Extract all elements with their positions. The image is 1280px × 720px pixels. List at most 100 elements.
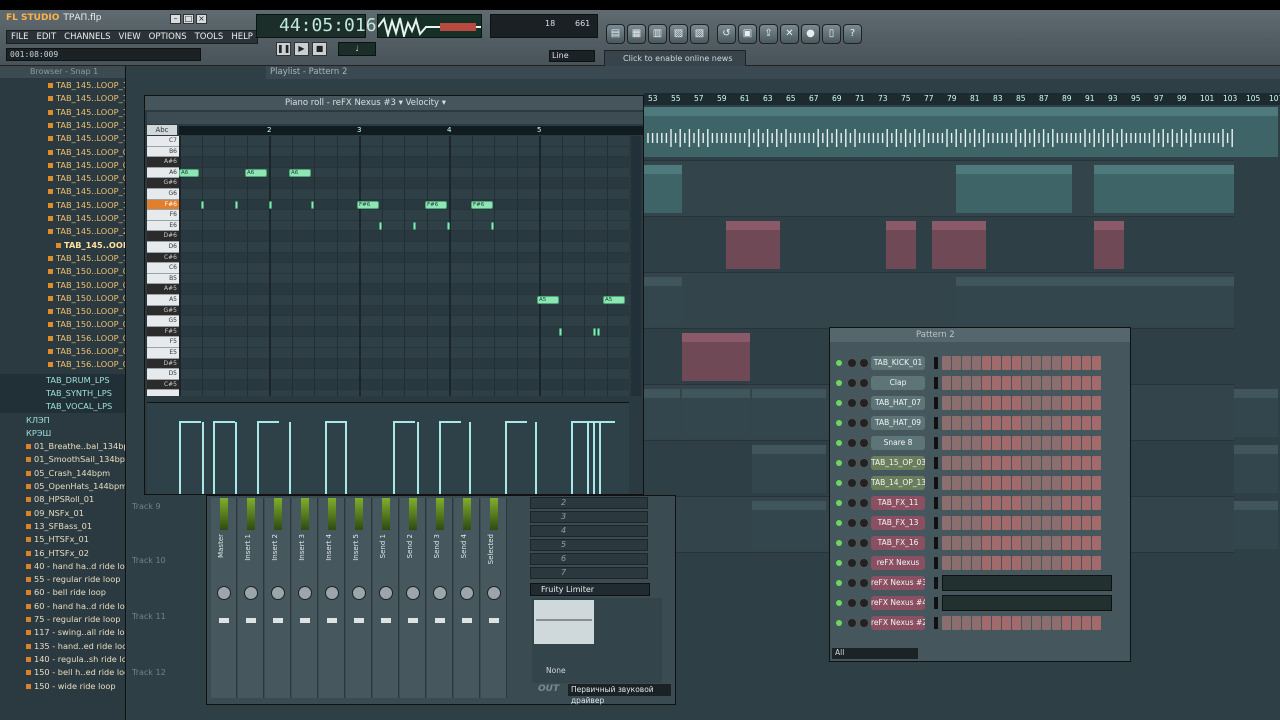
browser-item[interactable]: TAB_145..LOOP_06 [0,172,125,185]
step-button[interactable] [992,496,1001,510]
step-button[interactable] [1092,496,1101,510]
step-button[interactable] [1072,616,1081,630]
mixer-strip[interactable]: Insert 3 [292,498,318,698]
step-button[interactable] [942,396,951,410]
channel-name-button[interactable]: reFX Nexus #2 [871,616,925,630]
velocity-bar[interactable] [587,422,589,494]
step-button[interactable] [1012,376,1021,390]
pan-knob[interactable] [379,586,393,600]
mute-led-icon[interactable] [836,380,842,386]
step-button[interactable] [1042,456,1051,470]
step-button[interactable] [992,416,1001,430]
piano-key[interactable]: G#5 [147,305,179,317]
fx-slot[interactable]: 7 [530,567,648,579]
browser-item[interactable]: 60 - hand ha..d ride loop [0,600,125,613]
step-button[interactable] [952,616,961,630]
velocity-bar[interactable] [235,422,237,494]
step-button[interactable] [982,496,991,510]
export-icon[interactable]: ⇪ [759,24,778,44]
step-button[interactable] [1072,356,1081,370]
pan-knob[interactable] [847,538,857,548]
mute-led-icon[interactable] [836,400,842,406]
pattern-clip[interactable]: Pat..rn 1 [644,277,682,325]
step-button[interactable] [1042,376,1051,390]
step-button[interactable] [1092,476,1101,490]
browser-item[interactable]: TAB_145..LOOP_16 [0,199,125,212]
step-button[interactable] [1072,436,1081,450]
fx-clip[interactable]: T..TA..13 [726,221,780,269]
pan-knob[interactable] [847,438,857,448]
mixer-strip[interactable]: Send 1 [373,498,399,698]
step-button[interactable] [962,516,971,530]
step-button[interactable] [1022,416,1031,430]
pan-knob[interactable] [352,586,366,600]
browser-item[interactable]: TAB_156..LOOP_03 [0,358,125,371]
play-icon[interactable]: ▶ [294,42,309,56]
channel-row[interactable]: TAB_FX_11 [830,495,1130,512]
volume-knob[interactable] [859,378,869,388]
step-button[interactable] [1062,456,1071,470]
browser-item[interactable]: 135 - hand..ed ride loop [0,640,125,653]
undo-icon[interactable]: ↺ [717,24,736,44]
pattern-clip[interactable]: Pattern 2 [682,389,750,437]
clipboard-icon[interactable]: ▯ [822,24,841,44]
channel-select[interactable] [934,497,938,509]
browser-item[interactable]: 13_SFBass_01 [0,520,125,533]
step-button[interactable] [1022,376,1031,390]
piano-keyboard[interactable]: C7 B6 A#6 A6 G#6 G6 F#6 F6 E6 D#6 D6 C#6 C6 B5 A#5 A5 G#… [147,136,179,396]
mixer-strip[interactable]: Send 4 [454,498,480,698]
browser-item[interactable]: TAB_150..LOOP_01 [0,265,125,278]
browser-item[interactable]: 16_HTSFx_02 [0,547,125,560]
step-button[interactable] [1002,536,1011,550]
step-button[interactable] [1012,396,1021,410]
step-button[interactable] [1062,376,1071,390]
step-button[interactable] [942,456,951,470]
piano-key[interactable]: D6 [147,242,179,253]
step-button[interactable] [972,476,981,490]
pattern-clip[interactable]: Pat..rn 3 [752,445,826,493]
piano-key[interactable]: C#5 [147,379,179,391]
step-button[interactable] [942,416,951,430]
pan-knob[interactable] [847,358,857,368]
note[interactable] [201,200,204,209]
piano-key[interactable]: G6 [147,189,179,200]
step-button[interactable] [942,496,951,510]
step-button[interactable] [1092,536,1101,550]
pan-knob[interactable] [847,518,857,528]
note[interactable]: A5 [537,296,559,304]
step-button[interactable] [1032,496,1041,510]
step-button[interactable] [962,556,971,570]
channel-row[interactable]: reFX Nexus #4 [830,595,1130,612]
step-button[interactable] [1032,456,1041,470]
step-button[interactable] [962,416,971,430]
step-button[interactable] [992,556,1001,570]
velocity-bar[interactable] [202,422,204,494]
step-button[interactable] [942,556,951,570]
velocity-bar[interactable] [439,422,441,494]
step-button[interactable] [982,436,991,450]
help-icon[interactable]: ? [843,24,862,44]
browser-item[interactable]: TAB_150..LOOP_03 [0,292,125,305]
step-button[interactable] [1002,456,1011,470]
channel-select[interactable] [934,597,938,609]
step-button[interactable] [952,516,961,530]
menu-help[interactable]: HELP [227,31,257,43]
piano-key[interactable]: F#5 [147,326,179,338]
step-button[interactable] [1022,476,1031,490]
volume-knob[interactable] [859,358,869,368]
step-button[interactable] [952,436,961,450]
channel-name-button[interactable]: reFX Nexus #4 [871,596,925,610]
channel-row[interactable]: TAB_15_OP_03 [830,455,1130,472]
step-button[interactable] [1092,376,1101,390]
track-name[interactable]: Track 9 [132,502,161,511]
browser-item[interactable]: 150 - wide ride loop [0,680,125,693]
step-button[interactable] [982,536,991,550]
pattern-clip[interactable]: Pat..rn 1 [956,277,1234,325]
channel-select[interactable] [934,537,938,549]
track-lane[interactable]: TAB_145__LOOP_13 TAB_1_P_13 TAB_145__LOO… [644,161,1234,217]
step-button[interactable] [1042,616,1051,630]
step-button[interactable] [972,516,981,530]
browser-item[interactable]: 01_Breathe..bal_134bpm [0,440,125,453]
minimize-icon[interactable]: – [170,14,181,24]
step-button[interactable] [1092,416,1101,430]
